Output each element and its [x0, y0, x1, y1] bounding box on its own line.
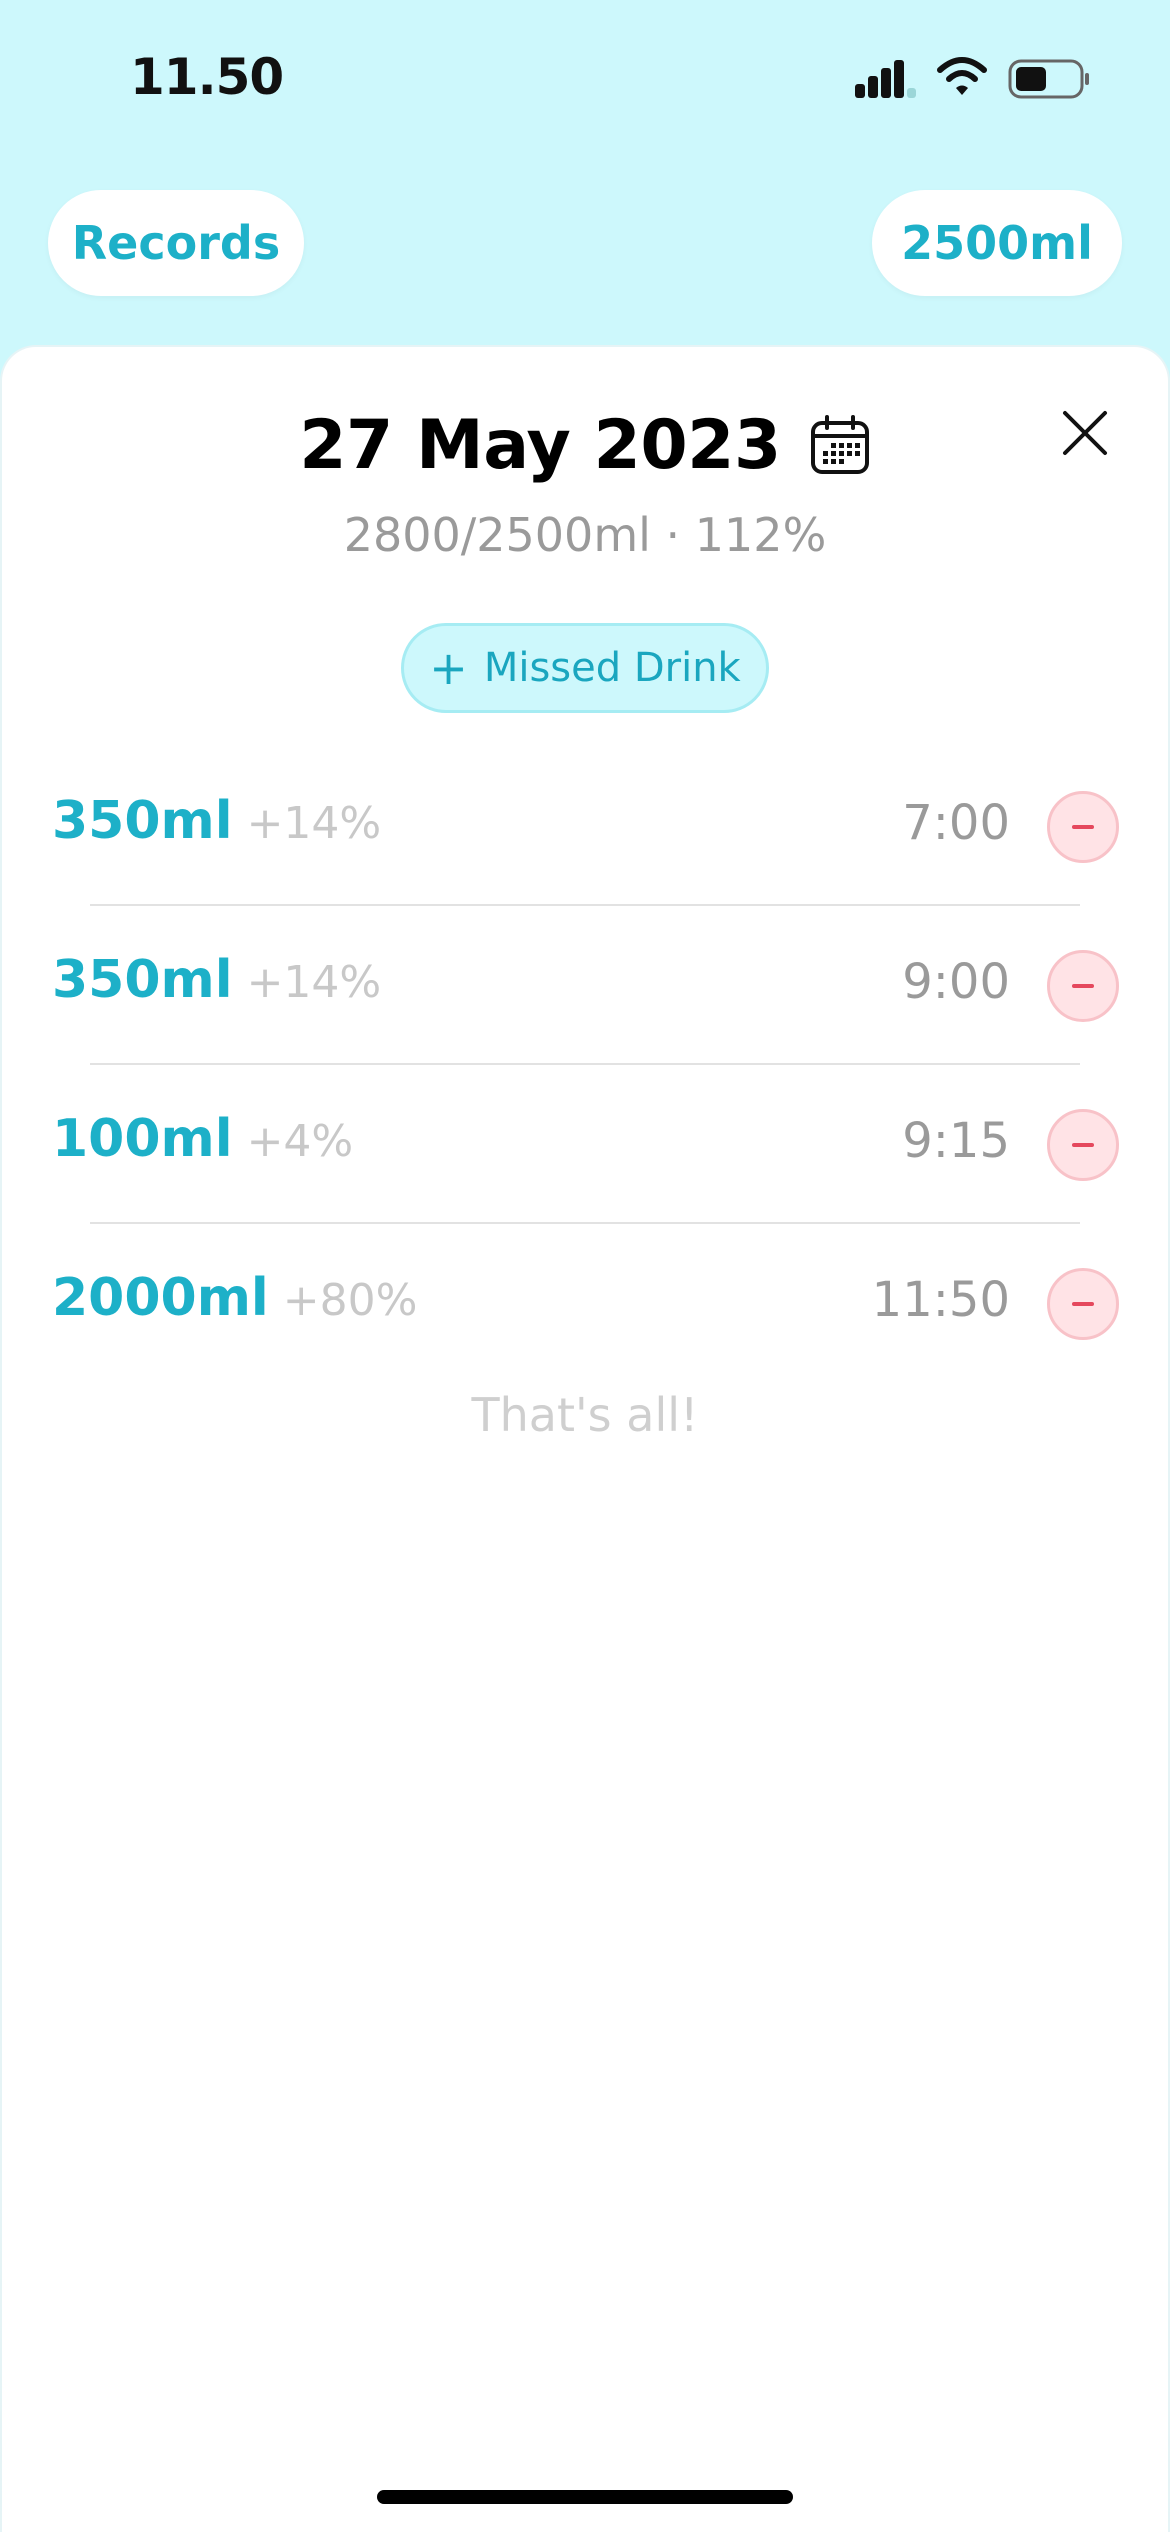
entry-amount: 350ml — [52, 950, 233, 1010]
minus-icon — [1072, 1302, 1094, 1306]
remove-entry-button[interactable] — [1047, 950, 1119, 1022]
remove-entry-button[interactable] — [1047, 1109, 1119, 1181]
entry-time: 9:00 — [902, 954, 1010, 1010]
daily-goal-button[interactable]: 2500ml — [872, 190, 1122, 296]
calendar-icon[interactable] — [809, 414, 871, 476]
list-item: 2000ml +80% 11:50 — [0, 1224, 1170, 1383]
entry-percent: +14% — [246, 798, 382, 849]
cellular-signal-icon — [855, 60, 916, 98]
end-of-list-note: That's all! — [471, 1388, 699, 1442]
entry-percent: +14% — [246, 957, 382, 1008]
records-button[interactable]: Records — [48, 190, 304, 296]
intake-summary: 2800/2500ml · 112% — [343, 508, 827, 562]
records-button-label: Records — [71, 216, 281, 270]
list-item: 350ml +14% 9:00 — [0, 906, 1170, 1065]
entry-percent: +4% — [246, 1116, 354, 1167]
entry-time: 7:00 — [902, 795, 1010, 851]
plus-icon: + — [429, 641, 468, 695]
entry-amount: 100ml — [52, 1109, 233, 1169]
daily-goal-label: 2500ml — [901, 216, 1093, 270]
close-icon[interactable] — [1055, 403, 1115, 463]
remove-entry-button[interactable] — [1047, 791, 1119, 863]
list-item: 350ml +14% 7:00 — [0, 747, 1170, 906]
entry-time: 11:50 — [871, 1272, 1010, 1328]
minus-icon — [1072, 984, 1094, 988]
minus-icon — [1072, 1143, 1094, 1147]
battery-icon — [1008, 59, 1089, 99]
minus-icon — [1072, 825, 1094, 829]
missed-drink-label: Missed Drink — [483, 645, 741, 691]
date-title: 27 May 2023 — [299, 405, 781, 485]
screen: 11.50 Records 2500ml 27 May 2023 2800/25… — [0, 0, 1170, 2532]
missed-drink-button[interactable]: + Missed Drink — [401, 623, 769, 713]
entry-percent: +80% — [282, 1275, 418, 1326]
entry-amount: 350ml — [52, 791, 233, 851]
wifi-icon — [937, 57, 987, 95]
entry-amount: 2000ml — [52, 1268, 269, 1328]
entry-time: 9:15 — [902, 1113, 1010, 1169]
status-time: 11.50 — [130, 48, 284, 106]
home-indicator[interactable] — [377, 2490, 793, 2504]
date-header: 27 May 2023 — [0, 400, 1170, 490]
list-item: 100ml +4% 9:15 — [0, 1065, 1170, 1224]
remove-entry-button[interactable] — [1047, 1268, 1119, 1340]
drink-entries-list: 350ml +14% 7:00 350ml +14% 9:00 100ml +4% 9… — [0, 747, 1170, 1383]
